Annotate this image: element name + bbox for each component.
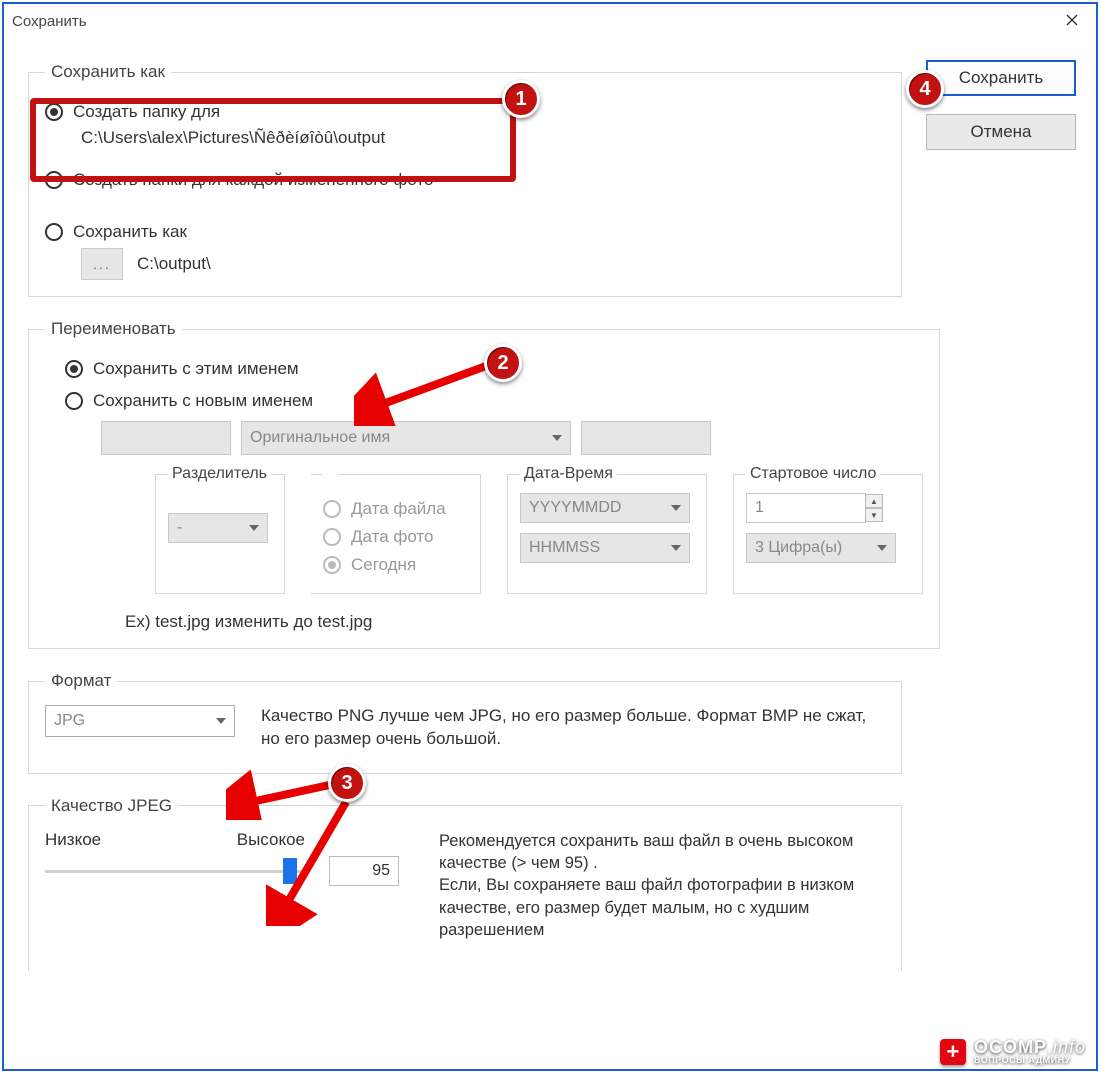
sub-separator-legend: Разделитель (168, 465, 271, 483)
sub-separator: Разделитель - (155, 465, 285, 594)
save-as-path: C:\output\ (137, 254, 211, 274)
digits-select[interactable]: 3 Цифра(ы) (746, 533, 896, 563)
radio-icon (323, 528, 341, 546)
group-rename-legend: Переименовать (45, 319, 182, 339)
name-pattern-select[interactable]: Оригинальное имя (241, 421, 571, 455)
radio-create-folder-label: Создать папку для (73, 102, 220, 122)
save-dialog: Сохранить Сохранить Отмена Сохранить как… (2, 2, 1098, 1071)
radio-icon (323, 500, 341, 518)
group-jpeg-quality: Качество JPEG Низкое Высокое 95 (28, 796, 902, 971)
radio-save-as-label: Сохранить как (73, 222, 187, 242)
radio-save-as[interactable]: Сохранить как (45, 220, 885, 244)
watermark-suffix: .info (1047, 1037, 1086, 1057)
browse-button[interactable]: ... (81, 248, 123, 280)
time-format-value: HHMMSS (529, 539, 600, 557)
radio-date-today-label: Сегодня (351, 555, 416, 575)
radio-icon (65, 360, 83, 378)
create-folder-path: C:\Users\alex\Pictures\Ñêðèíøîòû\output (81, 128, 885, 148)
group-format: Формат JPG Качество PNG лучше чем JPG, н… (28, 671, 902, 774)
titlebar: Сохранить (4, 4, 1096, 38)
radio-new-name-label: Сохранить с новым именем (93, 391, 313, 411)
group-jpeg-legend: Качество JPEG (45, 796, 178, 816)
close-icon (1066, 14, 1078, 26)
name-pattern-value: Оригинальное имя (250, 429, 390, 447)
watermark-tag: ВОПРОСЫ АДМИНУ (974, 1056, 1086, 1065)
jpeg-quality-value: 95 (372, 862, 390, 880)
startnum-spinner[interactable]: ▲▼ (865, 494, 883, 522)
sub-datetime-legend: Дата-Время (520, 465, 617, 483)
sub-datetime: Дата-Время YYYYMMDD HHMMSS (507, 465, 707, 594)
chevron-up-icon: ▲ (865, 494, 883, 508)
radio-keep-name-label: Сохранить с этим именем (93, 359, 299, 379)
sub-startnum-legend: Стартовое число (746, 465, 880, 483)
radio-icon (45, 223, 63, 241)
group-save-as-legend: Сохранить как (45, 62, 171, 82)
watermark: + OCOMP.info ВОПРОСЫ АДМИНУ (910, 1032, 1096, 1069)
close-button[interactable] (1052, 6, 1092, 34)
radio-date-file[interactable]: Дата файла (323, 497, 468, 521)
jpeg-high-label: Высокое (237, 830, 305, 850)
sub-startnum: Стартовое число 1 ▲▼ 3 Цифра(ы) (733, 465, 923, 594)
jpeg-low-label: Низкое (45, 830, 101, 850)
radio-date-photo[interactable]: Дата фото (323, 525, 468, 549)
slider-thumb[interactable] (283, 858, 297, 884)
radio-create-each[interactable]: Создать папки для каждой измененного фот… (45, 168, 885, 192)
group-rename: Переименовать Сохранить с этим именем Со… (28, 319, 940, 649)
sub-date-source: x Дата файла Дата фото Сегодня (311, 465, 481, 594)
browse-label: ... (93, 256, 111, 272)
jpeg-note: Рекомендуется сохранить ваш файл в очень… (439, 830, 885, 941)
watermark-brand: OCOMP (974, 1037, 1047, 1057)
radio-keep-name[interactable]: Сохранить с этим именем (65, 357, 923, 381)
chevron-down-icon: ▼ (865, 508, 883, 522)
format-value: JPG (54, 712, 85, 730)
startnum-value: 1 (755, 499, 764, 517)
radio-create-each-label: Создать папки для каждой измененного фот… (73, 170, 433, 190)
digits-value: 3 Цифра(ы) (755, 539, 842, 557)
date-format-select[interactable]: YYYYMMDD (520, 493, 690, 523)
format-note: Качество PNG лучше чем JPG, но его разме… (261, 705, 885, 751)
date-format-value: YYYYMMDD (529, 499, 621, 517)
window-title: Сохранить (12, 13, 87, 30)
rename-example: Ex) test.jpg изменить до test.jpg (125, 612, 923, 632)
separator-value: - (177, 519, 182, 537)
radio-icon (45, 171, 63, 189)
group-format-legend: Формат (45, 671, 117, 691)
radio-create-folder[interactable]: Создать папку для (45, 100, 885, 124)
jpeg-quality-slider[interactable] (45, 856, 305, 886)
group-save-as: Сохранить как Создать папку для C:\Users… (28, 62, 902, 297)
format-select[interactable]: JPG (45, 705, 235, 737)
jpeg-quality-value-box[interactable]: 95 (329, 856, 399, 886)
suffix-input[interactable] (581, 421, 711, 455)
radio-icon (45, 103, 63, 121)
separator-select[interactable]: - (168, 513, 268, 543)
slider-track (45, 870, 305, 873)
radio-date-today[interactable]: Сегодня (323, 553, 468, 577)
time-format-select[interactable]: HHMMSS (520, 533, 690, 563)
radio-new-name[interactable]: Сохранить с новым именем (65, 389, 923, 413)
radio-date-file-label: Дата файла (351, 499, 446, 519)
radio-date-photo-label: Дата фото (351, 527, 434, 547)
startnum-input[interactable]: 1 (746, 493, 866, 523)
prefix-input[interactable] (101, 421, 231, 455)
plus-icon: + (940, 1039, 966, 1065)
radio-icon (65, 392, 83, 410)
radio-icon (323, 556, 341, 574)
